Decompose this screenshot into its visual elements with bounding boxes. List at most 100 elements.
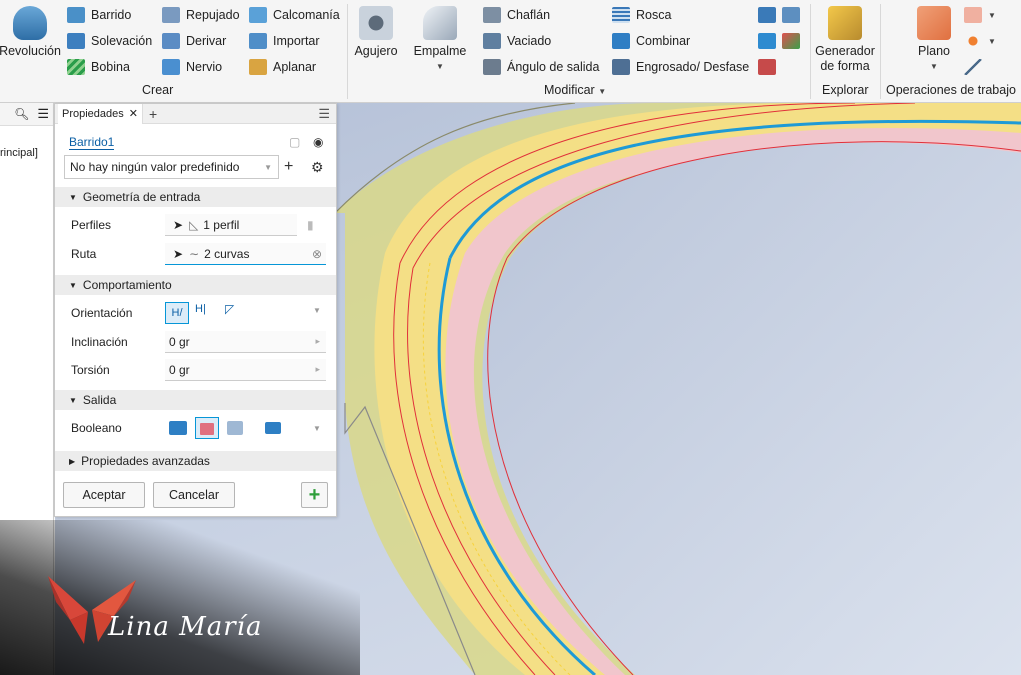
coil-label: Bobina bbox=[91, 60, 130, 74]
orientation-guide-icon[interactable]: ◸ bbox=[225, 302, 234, 316]
sweep-label: Barrido bbox=[91, 8, 132, 22]
loft-button[interactable]: Solevación bbox=[67, 30, 152, 52]
thread-button[interactable]: Rosca bbox=[612, 4, 671, 26]
search-icon[interactable]: 🔍︎ bbox=[14, 107, 29, 121]
visibility-eye-icon[interactable]: ◉ bbox=[313, 135, 323, 149]
orientation-path-icon[interactable]: H/ bbox=[165, 302, 189, 324]
boolean-intersect-icon[interactable] bbox=[227, 421, 243, 435]
profiles-value: 1 perfil bbox=[203, 217, 240, 232]
combine-button[interactable]: Combinar bbox=[612, 30, 690, 52]
draft-button[interactable]: Ángulo de salida bbox=[483, 56, 599, 78]
combine-label: Combinar bbox=[636, 34, 691, 48]
orientation-label: Orientación bbox=[71, 306, 133, 320]
rib-button[interactable]: Nervio bbox=[162, 56, 222, 78]
section-input-geometry[interactable]: ▼ Geometría de entrada bbox=[55, 187, 336, 207]
menu-icon[interactable]: ☰ bbox=[318, 106, 330, 122]
emboss-button[interactable]: Repujado bbox=[162, 4, 240, 26]
boolean-label: Booleano bbox=[71, 421, 122, 435]
chamfer-button[interactable]: Chaflán bbox=[483, 4, 550, 26]
ucs-button[interactable] bbox=[964, 56, 988, 78]
close-icon[interactable]: ✕ bbox=[129, 107, 138, 120]
sweep-button[interactable]: Barrido bbox=[67, 4, 131, 26]
add-tab-icon[interactable]: + bbox=[149, 106, 157, 122]
shape-generator-label: Generador de forma bbox=[815, 44, 875, 73]
emboss-icon bbox=[162, 7, 180, 23]
twist-row: Torsión 0 gr ▸ bbox=[55, 357, 336, 383]
section-input-geometry-label: Geometría de entrada bbox=[82, 190, 201, 204]
taper-value: 0 gr bbox=[169, 334, 190, 349]
coil-button[interactable]: Bobina bbox=[67, 56, 130, 78]
chevron-right-icon[interactable]: ▸ bbox=[315, 336, 320, 347]
chevron-right-icon[interactable]: ▸ bbox=[315, 364, 320, 375]
unwrap-button[interactable]: Aplanar bbox=[249, 56, 316, 78]
twist-input[interactable]: 0 gr ▸ bbox=[165, 359, 326, 381]
chevron-down-icon[interactable]: ▼ bbox=[313, 306, 321, 315]
section-advanced-label: Propiedades avanzadas bbox=[81, 454, 210, 468]
properties-panel: Propiedades ✕ + ☰ Barrido1 ▢ ◉ No hay ni… bbox=[54, 103, 337, 517]
tab-properties[interactable]: Propiedades ✕ bbox=[58, 103, 143, 124]
copy-icon[interactable]: ▢ bbox=[289, 135, 300, 149]
selection-filter-icon[interactable]: ▮ bbox=[307, 218, 314, 232]
unwrap-icon bbox=[249, 59, 267, 75]
chevron-down-icon[interactable]: ▼ bbox=[313, 424, 321, 433]
unwrap-label: Aplanar bbox=[273, 60, 317, 74]
tab-properties-label: Propiedades bbox=[62, 107, 124, 120]
chamfer-icon bbox=[483, 7, 501, 23]
plane-button[interactable]: Plano ▼ bbox=[912, 6, 956, 74]
orientation-parallel-icon[interactable]: H| bbox=[195, 303, 206, 315]
ok-button[interactable]: Aceptar bbox=[63, 482, 145, 508]
derive-button[interactable]: Derivar bbox=[162, 30, 226, 52]
chevron-down-icon: ▼ bbox=[69, 192, 77, 202]
taper-input[interactable]: 0 gr ▸ bbox=[165, 331, 326, 353]
thicken-button[interactable]: Engrosado/ Desfase bbox=[612, 56, 749, 78]
apply-add-button[interactable]: + bbox=[301, 482, 328, 508]
chamfer-label: Chaflán bbox=[507, 8, 551, 22]
boolean-cut-icon[interactable] bbox=[195, 417, 219, 439]
menu-icon[interactable]: ☰ bbox=[37, 106, 49, 122]
cancel-button[interactable]: Cancelar bbox=[153, 482, 235, 508]
section-behavior[interactable]: ▼ Comportamiento bbox=[55, 275, 336, 295]
shape-generator-button[interactable]: Generador de forma bbox=[813, 6, 877, 74]
draft-icon bbox=[483, 59, 501, 75]
path-label: Ruta bbox=[71, 247, 97, 261]
ribbon-separator bbox=[880, 4, 881, 99]
axis-button[interactable]: ▼ bbox=[964, 4, 996, 26]
decal-icon bbox=[249, 7, 267, 23]
split-button[interactable] bbox=[758, 4, 806, 26]
direct-edit-icon bbox=[782, 7, 800, 23]
decal-button[interactable]: Calcomanía bbox=[249, 4, 340, 26]
point-button[interactable]: ▼ bbox=[964, 30, 996, 52]
add-preset-icon[interactable]: + bbox=[284, 158, 293, 176]
rib-icon bbox=[162, 59, 180, 75]
shell-button[interactable]: Vaciado bbox=[483, 30, 551, 52]
import-button[interactable]: Importar bbox=[249, 30, 320, 52]
path-row: Ruta ➤ ∼ 2 curvas ⊗ bbox=[55, 241, 336, 267]
plane-label: Plano bbox=[918, 44, 950, 58]
replace-face-button[interactable] bbox=[758, 30, 806, 52]
derive-icon bbox=[162, 33, 180, 49]
gear-icon[interactable]: ⚙ bbox=[311, 159, 324, 176]
path-selector[interactable]: ➤ ∼ 2 curvas ⊗ bbox=[165, 243, 326, 265]
section-output[interactable]: ▼ Salida bbox=[55, 390, 336, 410]
shape-generator-icon bbox=[828, 6, 862, 40]
revolve-button[interactable]: Revolución bbox=[0, 6, 61, 59]
section-advanced[interactable]: ▶ Propiedades avanzadas bbox=[55, 451, 336, 471]
profiles-selector[interactable]: ➤ ◺ 1 perfil bbox=[165, 214, 297, 236]
ribbon-separator bbox=[810, 4, 811, 99]
new-solid-icon[interactable] bbox=[265, 422, 281, 434]
fillet-button[interactable]: Empalme ▼ bbox=[411, 6, 469, 74]
clear-icon[interactable]: ⊗ bbox=[312, 247, 322, 261]
twist-label: Torsión bbox=[71, 363, 110, 377]
profiles-row: Perfiles ➤ ◺ 1 perfil ▮ bbox=[55, 212, 336, 238]
delete-button[interactable] bbox=[758, 56, 782, 78]
hole-button[interactable]: Agujero bbox=[352, 6, 400, 59]
feature-name[interactable]: Barrido1 bbox=[69, 135, 115, 150]
emboss-label: Repujado bbox=[186, 8, 240, 22]
combine-icon bbox=[612, 33, 630, 49]
sweep-icon bbox=[67, 7, 85, 23]
browser-node[interactable]: rincipal] bbox=[0, 147, 54, 159]
thicken-label: Engrosado/ Desfase bbox=[636, 60, 750, 74]
boolean-join-icon[interactable] bbox=[169, 421, 187, 435]
panel-modificar-label[interactable]: Modificar ▼ bbox=[544, 83, 606, 97]
preset-select[interactable]: No hay ningún valor predefinido ▼ bbox=[64, 155, 279, 179]
